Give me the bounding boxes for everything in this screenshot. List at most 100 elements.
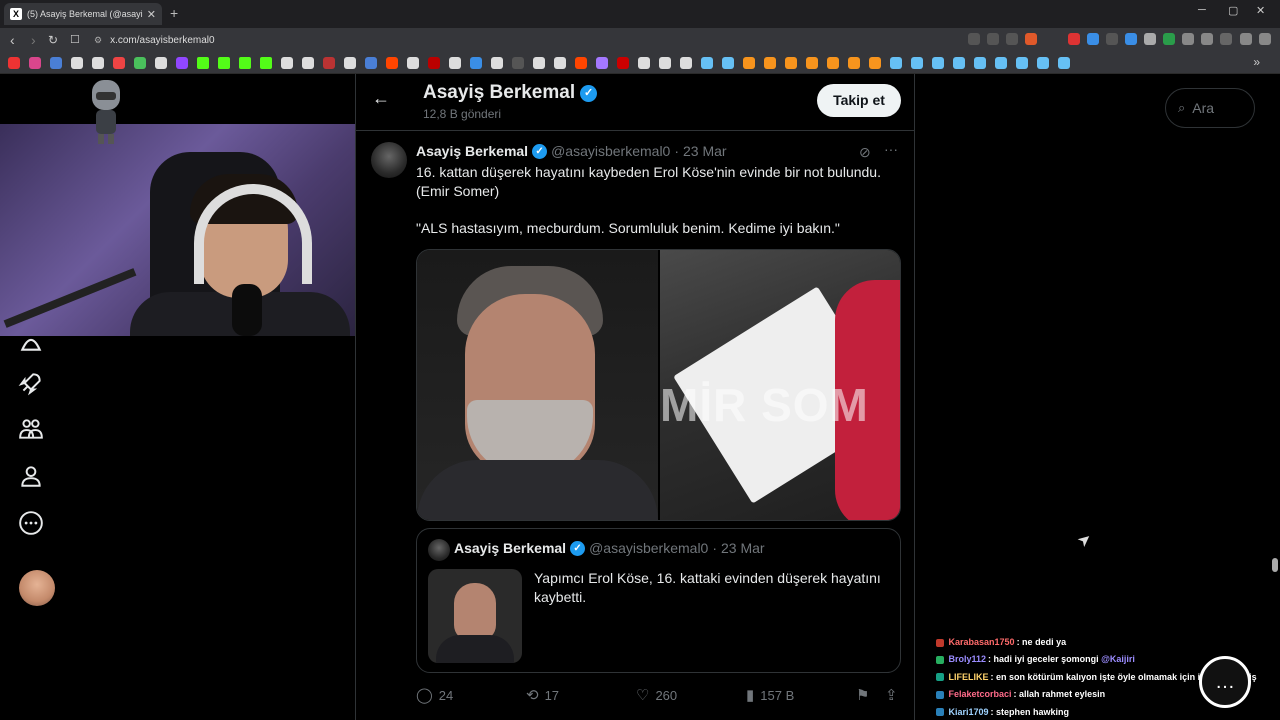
bookmark-icon[interactable] bbox=[344, 57, 356, 69]
bookmark-icon[interactable] bbox=[470, 57, 482, 69]
bookmark-icon[interactable] bbox=[554, 57, 566, 69]
extension-icon[interactable] bbox=[1182, 33, 1194, 45]
extension-icon[interactable] bbox=[1106, 33, 1118, 45]
bookmark-icon[interactable] bbox=[239, 57, 251, 69]
tweet-author-handle[interactable]: @asayisberkemal0 bbox=[551, 143, 670, 159]
search-input[interactable]: ⌕ Ara bbox=[1165, 88, 1255, 128]
bookmark-icon[interactable] bbox=[659, 57, 671, 69]
grok-icon[interactable]: ⊘ bbox=[859, 144, 871, 161]
bookmark-icon[interactable]: ☐ bbox=[70, 32, 80, 48]
back-arrow-icon[interactable]: ← bbox=[372, 88, 390, 109]
tweet-media[interactable]: MİR SOM bbox=[416, 249, 901, 521]
repost-button[interactable]: ⟲ 17 bbox=[526, 686, 559, 704]
media-photo-portrait[interactable] bbox=[417, 250, 658, 520]
bookmark-icon[interactable] bbox=[29, 57, 41, 69]
new-tab-button[interactable]: + bbox=[170, 5, 178, 21]
tweet-author-name[interactable]: Asayiş Berkemal bbox=[416, 143, 528, 159]
bookmark-icon[interactable] bbox=[722, 57, 734, 69]
reload-icon[interactable]: ↻ bbox=[48, 32, 58, 48]
bookmark-icon[interactable] bbox=[596, 57, 608, 69]
bookmark-icon[interactable] bbox=[71, 57, 83, 69]
bookmarks-overflow-icon[interactable]: » bbox=[1253, 55, 1260, 69]
maximize-button[interactable]: ▢ bbox=[1228, 4, 1238, 17]
bookmark-icon[interactable] bbox=[701, 57, 713, 69]
views-button[interactable]: ▮ 157 B bbox=[746, 686, 794, 704]
bookmark-icon[interactable] bbox=[302, 57, 314, 69]
bookmark-icon[interactable] bbox=[827, 57, 839, 69]
sidebar-icon[interactable] bbox=[1220, 33, 1232, 45]
bookmark-icon[interactable] bbox=[281, 57, 293, 69]
url-bar[interactable]: ⚙ x.com/asayisberkemal0 bbox=[94, 31, 964, 49]
bookmark-icon[interactable] bbox=[512, 57, 524, 69]
bookmark-icon[interactable] bbox=[848, 57, 860, 69]
tweet-author-avatar[interactable] bbox=[371, 142, 407, 178]
more-options-icon[interactable]: ··· bbox=[884, 141, 898, 157]
bookmark-icon[interactable] bbox=[869, 57, 881, 69]
bookmark-icon[interactable] bbox=[1016, 57, 1028, 69]
bookmark-icon[interactable] bbox=[386, 57, 398, 69]
bookmark-icon[interactable] bbox=[953, 57, 965, 69]
site-info-icon[interactable]: ⚙ bbox=[94, 35, 102, 46]
bookmark-icon[interactable] bbox=[743, 57, 755, 69]
extension-icon[interactable] bbox=[1087, 33, 1099, 45]
tweet-date[interactable]: 23 Mar bbox=[683, 143, 727, 159]
bookmark-icon[interactable] bbox=[134, 57, 146, 69]
bookmark-icon[interactable] bbox=[449, 57, 461, 69]
bookmark-icon[interactable] bbox=[575, 57, 587, 69]
bookmark-icon[interactable] bbox=[995, 57, 1007, 69]
close-window-button[interactable]: ✕ bbox=[1256, 4, 1265, 17]
bookmark-icon[interactable] bbox=[365, 57, 377, 69]
forward-nav-icon[interactable]: › bbox=[31, 32, 36, 48]
account-avatar[interactable] bbox=[19, 570, 55, 606]
menu-icon[interactable] bbox=[1259, 33, 1271, 45]
bookmark-icon[interactable] bbox=[8, 57, 20, 69]
bookmark-icon[interactable] bbox=[974, 57, 986, 69]
extension-icon[interactable] bbox=[1068, 33, 1080, 45]
bookmark-icon[interactable] bbox=[218, 57, 230, 69]
rocket-icon[interactable] bbox=[18, 370, 44, 396]
minimize-button[interactable]: ─ bbox=[1198, 4, 1206, 16]
share-icon[interactable] bbox=[1006, 33, 1018, 45]
bookmark-icon[interactable] bbox=[92, 57, 104, 69]
bookmark-icon[interactable] bbox=[113, 57, 125, 69]
like-button[interactable]: ♡ 260 bbox=[636, 686, 677, 704]
bookmark-icon[interactable] bbox=[428, 57, 440, 69]
bookmark-icon[interactable] bbox=[911, 57, 923, 69]
media-icon[interactable] bbox=[1240, 33, 1252, 45]
cast-icon[interactable] bbox=[968, 33, 980, 45]
puzzle-icon[interactable] bbox=[1201, 33, 1213, 45]
bookmark-icon[interactable] bbox=[260, 57, 272, 69]
tab-close-icon[interactable]: ✕ bbox=[147, 8, 156, 21]
bookmark-icon[interactable] bbox=[638, 57, 650, 69]
media-photo-note[interactable]: MİR SOM bbox=[660, 250, 900, 520]
extension-icon[interactable] bbox=[1125, 33, 1137, 45]
scrollbar-thumb[interactable] bbox=[1272, 558, 1278, 572]
more-icon[interactable] bbox=[18, 510, 44, 536]
bookmark-icon[interactable] bbox=[806, 57, 818, 69]
extension-icon[interactable] bbox=[1163, 33, 1175, 45]
bookmark-icon[interactable] bbox=[323, 57, 335, 69]
bookmark-icon[interactable] bbox=[764, 57, 776, 69]
bookmark-icon[interactable] bbox=[176, 57, 188, 69]
bookmark-icon[interactable] bbox=[1058, 57, 1070, 69]
communities-icon[interactable] bbox=[18, 416, 44, 442]
quoted-tweet[interactable]: Asayiş Berkemal ✓ @asayisberkemal0 · 23 … bbox=[416, 528, 901, 673]
follow-button[interactable]: Takip et bbox=[817, 84, 901, 117]
bookmark-icon[interactable] bbox=[197, 57, 209, 69]
bookmark-icon[interactable] bbox=[617, 57, 629, 69]
extension-icon[interactable] bbox=[1144, 33, 1156, 45]
bookmark-icon[interactable] bbox=[533, 57, 545, 69]
bookmark-icon[interactable] bbox=[50, 57, 62, 69]
profile-icon[interactable] bbox=[18, 463, 44, 489]
bookmark-icon[interactable] bbox=[491, 57, 503, 69]
browser-tab[interactable]: X (5) Asayiş Berkemal (@asayisber ✕ bbox=[4, 3, 162, 25]
bookmark-icon[interactable] bbox=[932, 57, 944, 69]
zoom-icon[interactable] bbox=[987, 33, 999, 45]
brave-shield-icon[interactable] bbox=[1025, 33, 1037, 45]
bookmark-icon[interactable] bbox=[890, 57, 902, 69]
bookmark-icon[interactable] bbox=[680, 57, 692, 69]
bookmark-icon[interactable] bbox=[407, 57, 419, 69]
messages-chat-icon[interactable]: … bbox=[1199, 656, 1251, 708]
bookmark-icon[interactable] bbox=[155, 57, 167, 69]
bookmark-icon[interactable] bbox=[785, 57, 797, 69]
